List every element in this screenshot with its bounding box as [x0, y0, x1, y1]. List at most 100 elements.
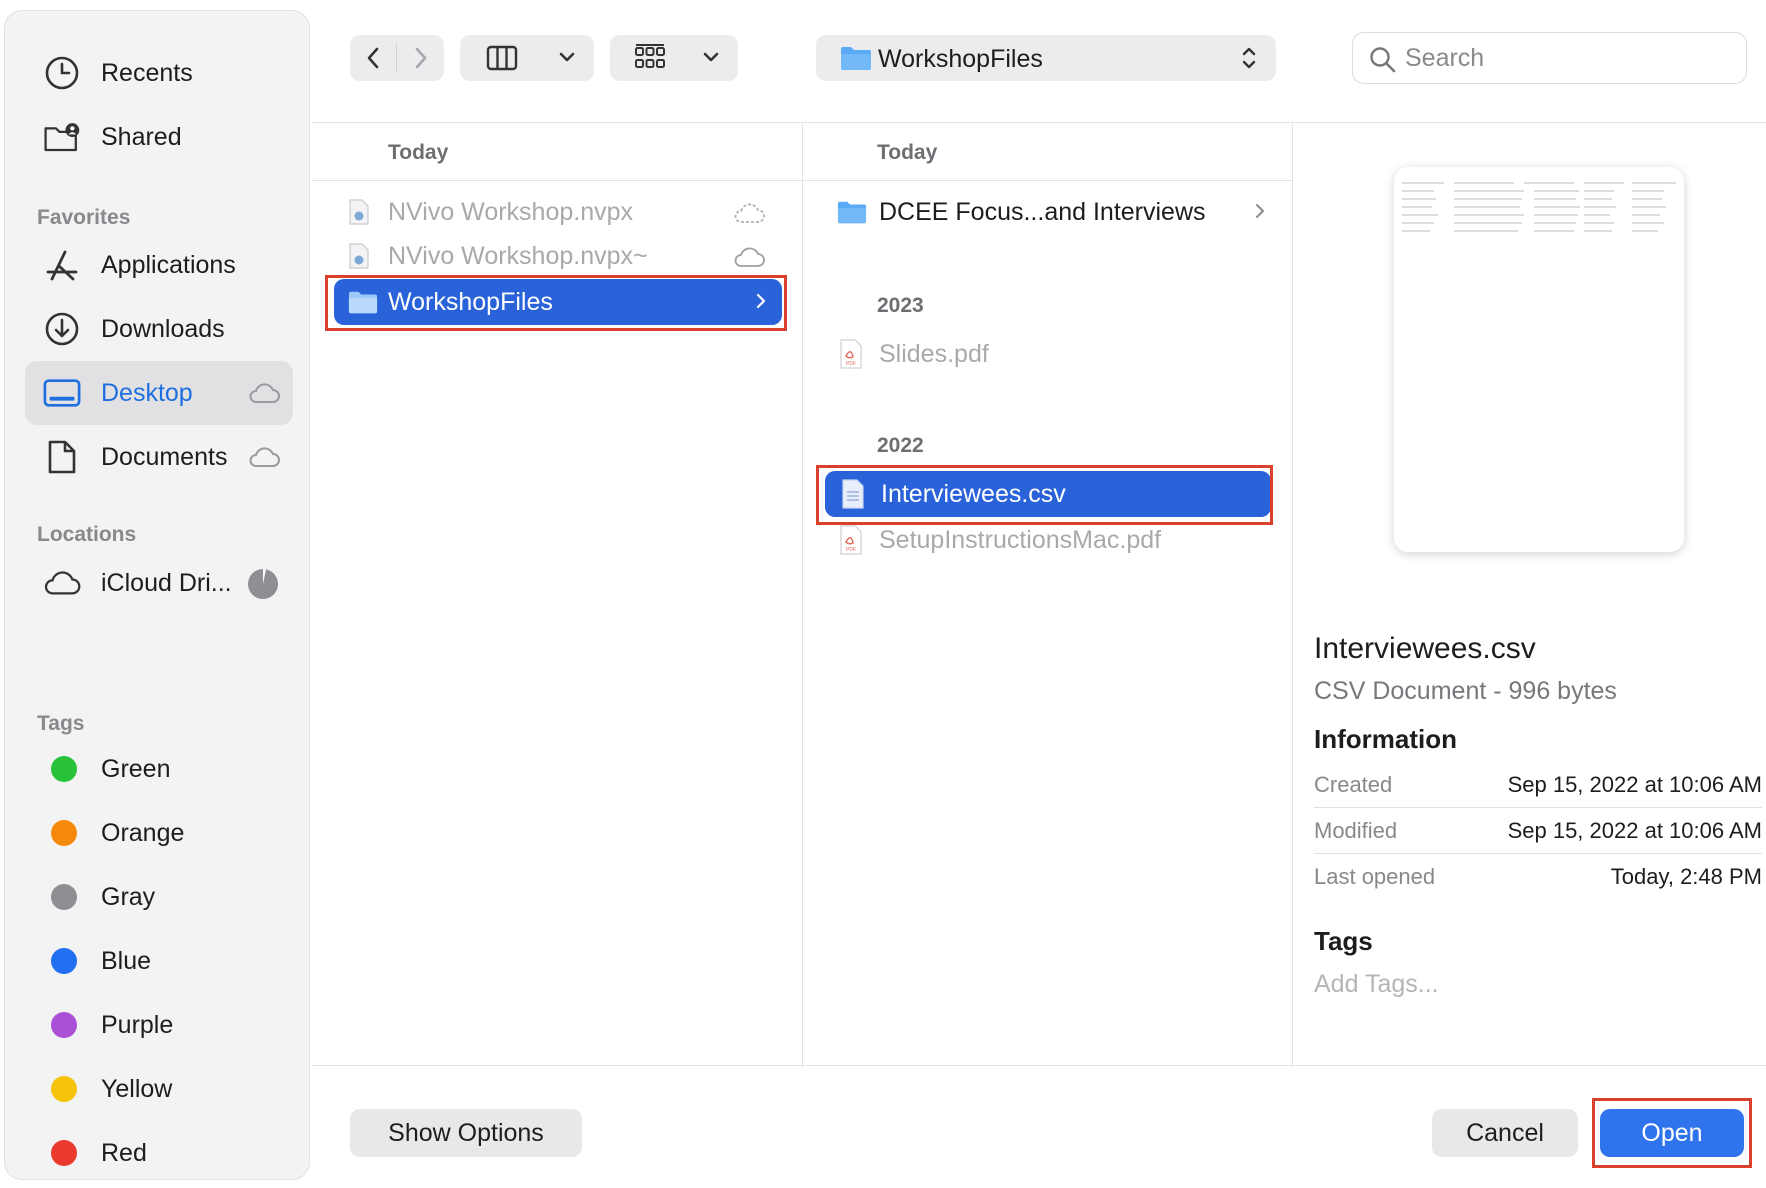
view-mode-button[interactable] [460, 35, 594, 81]
group-by-button[interactable] [610, 35, 738, 81]
highlight-box [816, 465, 1273, 525]
svg-text:PDF: PDF [846, 361, 856, 367]
nvivo-file-icon [348, 199, 370, 230]
column-header: Today [312, 123, 802, 181]
sidebar-item-shared[interactable]: Shared [25, 105, 293, 169]
tag-label: Yellow [101, 1075, 173, 1103]
column-view-icon [486, 45, 518, 76]
sidebar-item-label: Desktop [101, 379, 193, 407]
grid-icon [634, 44, 666, 77]
info-value: Sep 15, 2022 at 10:06 AM [1507, 818, 1762, 843]
sidebar-item-desktop[interactable]: Desktop [25, 361, 293, 425]
cloud-icon [43, 564, 81, 602]
up-down-chevron-icon [1240, 44, 1258, 77]
file-name: NVivo Workshop.nvpx [388, 198, 634, 226]
sidebar-tag-gray[interactable]: Gray [25, 865, 293, 929]
sidebar: Recents Shared Favorites Applications Do… [4, 10, 310, 1180]
highlight-box [1592, 1098, 1752, 1168]
svg-text:PDF: PDF [846, 547, 856, 553]
sync-progress-icon [247, 568, 279, 600]
sidebar-item-documents[interactable]: Documents [25, 425, 293, 489]
sidebar-tag-red[interactable]: Red [25, 1121, 293, 1185]
column-header: Today [803, 123, 1292, 181]
file-name: SetupInstructionsMac.pdf [879, 526, 1162, 554]
tag-label: Gray [101, 883, 156, 911]
info-row-modified: Modified Sep 15, 2022 at 10:06 AM [1314, 808, 1762, 854]
info-key: Last opened [1314, 864, 1436, 889]
tag-label: Orange [101, 819, 185, 847]
sidebar-item-label: Shared [101, 123, 182, 151]
column-2: Today DCEE Focus...and Interviews 2023 P… [803, 123, 1293, 1067]
icloud-icon [247, 445, 281, 469]
tags-header: Tags [1314, 926, 1373, 956]
sidebar-item-label: Documents [101, 443, 228, 471]
pdf-file-icon: PDF [839, 339, 863, 374]
chevron-left-icon[interactable] [364, 46, 382, 75]
favorites-header: Favorites [37, 206, 131, 229]
file-row-slides-pdf[interactable]: PDF Slides.pdf [823, 331, 1275, 375]
sidebar-tag-blue[interactable]: Blue [25, 929, 293, 993]
group-header-2022: 2022 [877, 434, 924, 457]
document-icon [43, 438, 81, 476]
highlight-box [325, 275, 787, 331]
column-1: Today NVivo Workshop.nvpx NVivo Workshop… [312, 123, 803, 1067]
preview-file-name: Interviewees.csv [1314, 632, 1536, 665]
shared-folder-icon [43, 118, 81, 156]
search-box [1352, 32, 1747, 84]
folder-icon [840, 45, 872, 76]
pdf-file-icon: PDF [839, 525, 863, 560]
nvivo-file-icon [348, 243, 370, 274]
information-header: Information [1314, 724, 1457, 754]
icloud-icon [247, 381, 281, 405]
sidebar-item-recents[interactable]: Recents [25, 41, 293, 105]
info-key: Modified [1314, 818, 1398, 843]
info-key: Created [1314, 772, 1393, 797]
sidebar-tag-purple[interactable]: Purple [25, 993, 293, 1057]
open-file-dialog: Recents Shared Favorites Applications Do… [0, 0, 1766, 1188]
applications-icon [43, 246, 81, 284]
search-icon [1369, 46, 1397, 79]
desktop-icon [43, 374, 81, 412]
sidebar-item-icloud-drive[interactable]: iCloud Dri... [25, 551, 293, 615]
info-value: Sep 15, 2022 at 10:06 AM [1507, 772, 1762, 797]
sidebar-item-downloads[interactable]: Downloads [25, 297, 293, 361]
column-header-label: Today [877, 141, 938, 164]
sidebar-tag-orange[interactable]: Orange [25, 801, 293, 865]
icloud-icon [732, 245, 766, 274]
search-input[interactable] [1405, 43, 1725, 73]
column-header-label: Today [388, 141, 449, 164]
folder-icon [837, 199, 867, 230]
info-row-last-opened: Last opened Today, 2:48 PM [1314, 854, 1762, 900]
add-tags-field[interactable]: Add Tags... [1314, 970, 1439, 999]
red-tag-dot [51, 1140, 77, 1166]
chevron-down-icon [558, 50, 576, 69]
back-forward-control [350, 35, 444, 81]
sidebar-item-label: iCloud Dri... [101, 569, 232, 597]
location-label: WorkshopFiles [878, 45, 1043, 73]
show-options-button[interactable]: Show Options [350, 1109, 582, 1157]
tag-label: Purple [101, 1011, 174, 1039]
tag-label: Blue [101, 947, 152, 975]
group-header-2023: 2023 [877, 294, 924, 317]
orange-tag-dot [51, 820, 77, 846]
file-preview-thumbnail [1394, 167, 1684, 552]
download-icon [43, 310, 81, 348]
sidebar-tag-green[interactable]: Green [25, 737, 293, 801]
yellow-tag-dot [51, 1076, 77, 1102]
file-name: Slides.pdf [879, 340, 989, 368]
info-value: Today, 2:48 PM [1610, 864, 1762, 889]
file-row-setupinstructions-pdf[interactable]: PDF SetupInstructionsMac.pdf [823, 517, 1275, 561]
sidebar-item-label: Recents [101, 59, 193, 87]
divider [396, 43, 397, 73]
cancel-button[interactable]: Cancel [1432, 1109, 1578, 1157]
clock-icon [43, 54, 81, 92]
folder-row-dcee-focus[interactable]: DCEE Focus...and Interviews [823, 189, 1275, 233]
file-row-nvivo-workshop[interactable]: NVivo Workshop.nvpx [332, 189, 784, 233]
chevron-right-icon[interactable] [412, 46, 430, 75]
file-row-nvivo-workshop-backup[interactable]: NVivo Workshop.nvpx~ [332, 233, 784, 277]
sidebar-tag-yellow[interactable]: Yellow [25, 1057, 293, 1121]
tag-label: Red [101, 1139, 147, 1167]
location-popup[interactable]: WorkshopFiles [816, 35, 1276, 81]
info-row-created: Created Sep 15, 2022 at 10:06 AM [1314, 762, 1762, 808]
sidebar-item-applications[interactable]: Applications [25, 233, 293, 297]
